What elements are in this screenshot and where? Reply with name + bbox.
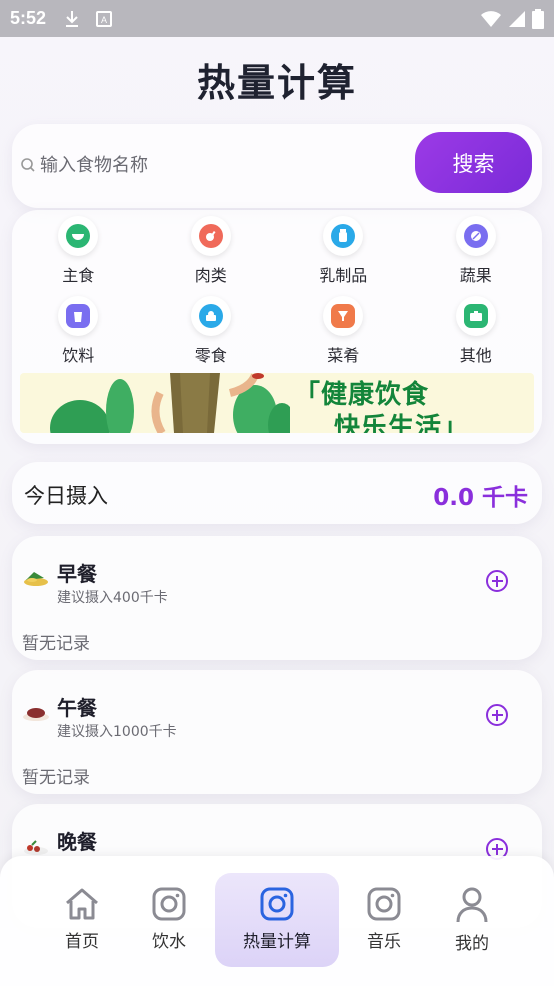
intake-label: 今日摄入 [24,484,108,508]
intake-value: 0.0 千卡 [433,485,528,511]
bottom-nav: 首页 饮水 热量计算 音乐 我的 [0,856,554,986]
category-drinks[interactable]: 饮料 [12,296,145,368]
svg-text:A: A [101,15,107,25]
category-label: 饮料 [62,346,95,365]
category-label: 肉类 [194,266,227,285]
category-other[interactable]: 其他 [410,296,543,368]
status-time: 5:52 [10,8,47,28]
category-dairy[interactable]: 乳制品 [277,216,410,288]
bowl-icon [66,224,91,248]
drink-icon [66,304,91,328]
dinner-icon [24,840,48,855]
category-snacks[interactable]: 零食 [145,296,278,368]
milk-icon [331,224,356,248]
instagram-icon [152,887,186,921]
nav-calorie[interactable]: 热量计算 [215,873,339,967]
search-field[interactable] [20,147,410,183]
snack-icon [198,304,223,328]
banner-headline: 「健康饮食 [294,380,430,410]
nav-label: 热量计算 [243,932,311,952]
nav-label: 饮水 [152,932,186,952]
meal-suggestion: 建议摄入400千卡 [57,590,168,606]
category-label: 其他 [459,346,492,365]
home-icon [66,888,98,920]
category-grid: 主食 肉类 乳制品 蔬果 饮料 零食 菜肴 其他 [12,216,542,368]
add-breakfast-button[interactable] [486,570,508,592]
banner-illustration [50,373,290,433]
meal-suggestion: 建议摄入1000千卡 [57,724,177,740]
search-icon [21,158,35,172]
instagram-icon [367,887,401,921]
notification-app-icon: A [96,10,113,27]
category-staple[interactable]: 主食 [12,216,145,288]
nav-label: 音乐 [367,932,401,952]
category-produce[interactable]: 蔬果 [410,216,543,288]
meal-title: 早餐 [57,562,97,586]
nav-profile[interactable]: 我的 [410,873,534,967]
user-icon [456,887,488,923]
category-meat[interactable]: 肉类 [145,216,278,288]
breakfast-icon [24,572,48,586]
meal-empty-text: 暂无记录 [22,768,90,788]
meal-card-lunch: 午餐 建议摄入1000千卡 暂无记录 [12,670,542,794]
search-button[interactable]: 搜索 [415,132,532,193]
meal-title: 午餐 [57,696,97,720]
lunch-icon [23,708,49,721]
status-bar: 5:52 A [0,0,554,37]
fruit-icon [463,224,488,248]
instagram-icon [260,887,294,921]
add-lunch-button[interactable] [486,704,508,726]
category-label: 主食 [62,266,95,285]
nav-label: 我的 [455,934,489,954]
wifi-icon [481,10,501,27]
meal-title: 晚餐 [57,830,97,854]
category-label: 乳制品 [319,266,368,285]
meal-empty-text: 暂无记录 [22,634,90,654]
category-dishes[interactable]: 菜肴 [277,296,410,368]
category-label: 零食 [194,346,227,365]
battery-icon [532,8,544,29]
meat-icon [198,224,223,248]
dish-icon [331,304,356,328]
banner-subline: 快乐生活」 [334,413,470,433]
meal-card-breakfast: 早餐 建议摄入400千卡 暂无记录 [12,536,542,660]
promo-banner[interactable]: 「健康饮食 快乐生活」 [20,373,534,433]
intake-card: 今日摄入 0.0 千卡 [12,462,542,524]
signal-icon [509,10,525,27]
other-icon [463,304,488,328]
search-card: 搜索 [12,124,542,208]
nav-label: 首页 [65,932,99,952]
nav-water[interactable]: 饮水 [107,873,231,967]
category-label: 菜肴 [327,346,360,365]
page-title: 热量计算 [196,61,357,105]
download-icon [66,10,79,27]
category-card: 主食 肉类 乳制品 蔬果 饮料 零食 菜肴 其他 「健康饮食 快乐生活」 [12,210,542,444]
category-label: 蔬果 [459,266,492,285]
search-input[interactable] [40,154,380,176]
